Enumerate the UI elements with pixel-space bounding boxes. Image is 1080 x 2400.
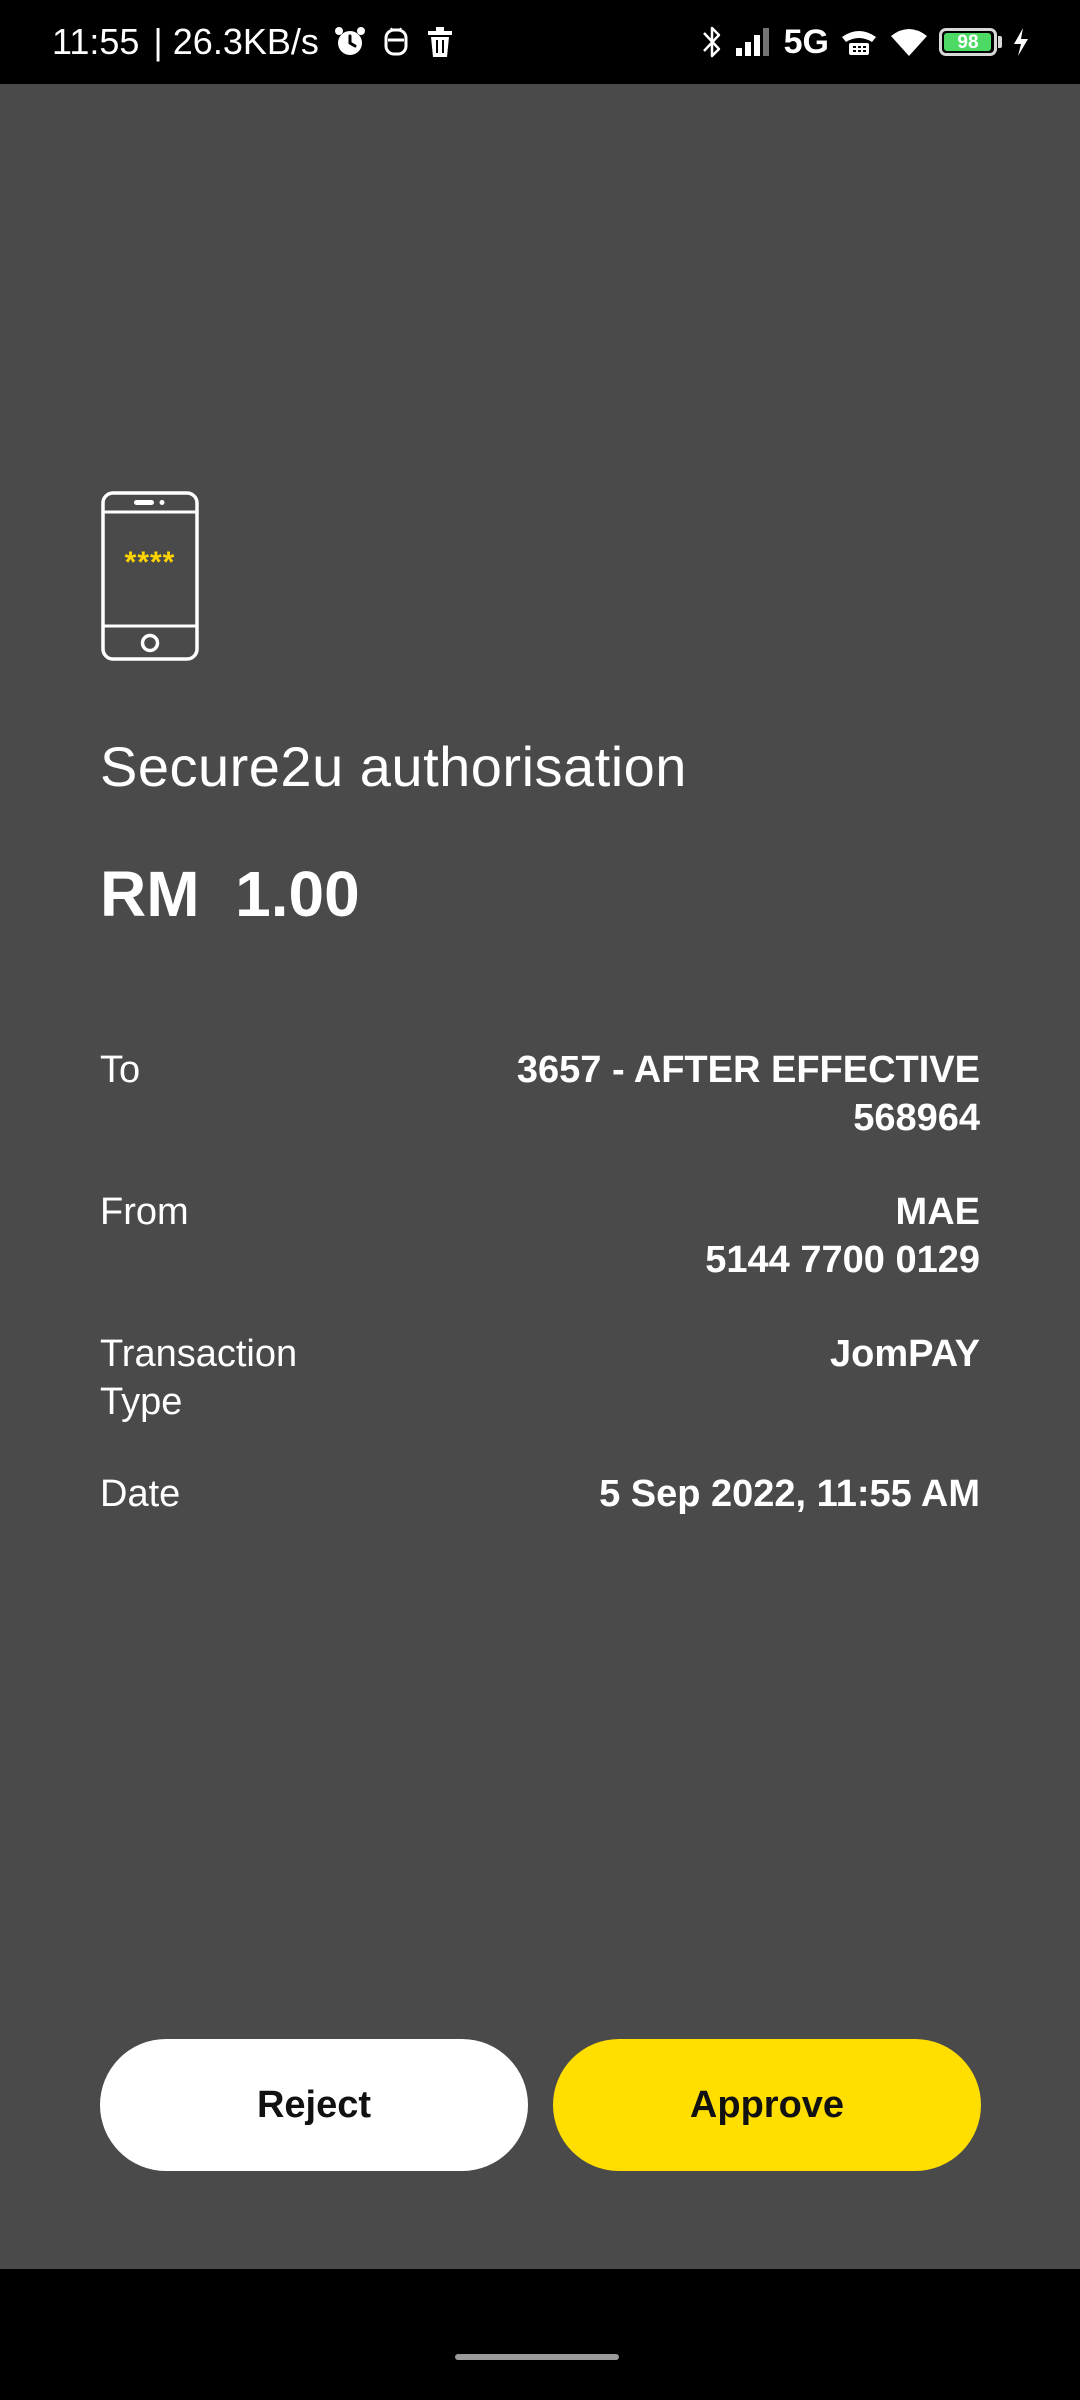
detail-row-to: To 3657 - AFTER EFFECTIVE 568964 bbox=[100, 1046, 980, 1142]
detail-value: MAE 5144 7700 0129 bbox=[705, 1188, 980, 1284]
battery-level: 98 bbox=[957, 31, 979, 53]
battery-indicator: 98 bbox=[939, 28, 997, 56]
approve-button[interactable]: Approve bbox=[553, 2039, 981, 2171]
network-speed: | 26.3KB/s bbox=[153, 21, 319, 62]
wifi-icon bbox=[889, 26, 929, 58]
status-bar: 11:55 | 26.3KB/s 5G 98 bbox=[0, 0, 1080, 84]
detail-value-line: 5144 7700 0129 bbox=[705, 1239, 980, 1281]
screen: 11:55 | 26.3KB/s 5G 98 **** Secure2u aut… bbox=[0, 0, 1080, 2400]
detail-value-line: 5 Sep 2022, 11:55 AM bbox=[599, 1473, 980, 1515]
detail-value-line: 568964 bbox=[853, 1097, 980, 1139]
signal-icon bbox=[734, 26, 774, 58]
detail-row-transaction-type: Transaction Type JomPAY bbox=[100, 1330, 980, 1426]
reject-button[interactable]: Reject bbox=[100, 2039, 528, 2171]
alarm-icon bbox=[333, 25, 367, 59]
detail-row-from: From MAE 5144 7700 0129 bbox=[100, 1188, 980, 1284]
detail-label: Transaction Type bbox=[100, 1333, 298, 1423]
delete-icon bbox=[425, 25, 455, 59]
detail-value-line: JomPAY bbox=[830, 1333, 980, 1375]
charging-icon bbox=[1012, 27, 1030, 57]
hd-voice-icon bbox=[839, 25, 879, 59]
phone-pin-icon: **** bbox=[100, 490, 200, 662]
page-title: Secure2u authorisation bbox=[100, 735, 687, 798]
detail-value: 3657 - AFTER EFFECTIVE 568964 bbox=[517, 1046, 980, 1142]
detail-value-line: 3657 - AFTER EFFECTIVE bbox=[516, 1049, 980, 1091]
detail-label: Date bbox=[100, 1473, 181, 1515]
battery-icon: 98 bbox=[939, 28, 1002, 56]
bluetooth-icon bbox=[700, 23, 724, 61]
navigation-bar bbox=[0, 2269, 1080, 2400]
status-right: 5G 98 bbox=[700, 0, 1030, 84]
home-gesture-handle[interactable] bbox=[455, 2354, 619, 2360]
network-type: 5G bbox=[783, 22, 829, 61]
authorisation-screen: **** Secure2u authorisation RM 1.00 To 3… bbox=[0, 84, 1080, 2269]
detail-label: To bbox=[100, 1049, 141, 1091]
detail-value-line: MAE bbox=[895, 1191, 980, 1233]
battery-tip bbox=[998, 36, 1002, 48]
detail-value: JomPAY bbox=[830, 1330, 980, 1378]
status-time: 11:55 bbox=[52, 21, 140, 62]
app-notification-icon bbox=[381, 25, 411, 59]
detail-label: From bbox=[100, 1191, 189, 1233]
detail-row-date: Date 5 Sep 2022, 11:55 AM bbox=[100, 1470, 980, 1518]
status-left: 11:55 | 26.3KB/s bbox=[52, 0, 455, 84]
transaction-amount: RM 1.00 bbox=[100, 858, 360, 930]
detail-value: 5 Sep 2022, 11:55 AM bbox=[599, 1470, 980, 1518]
pin-mask: **** bbox=[124, 546, 176, 579]
